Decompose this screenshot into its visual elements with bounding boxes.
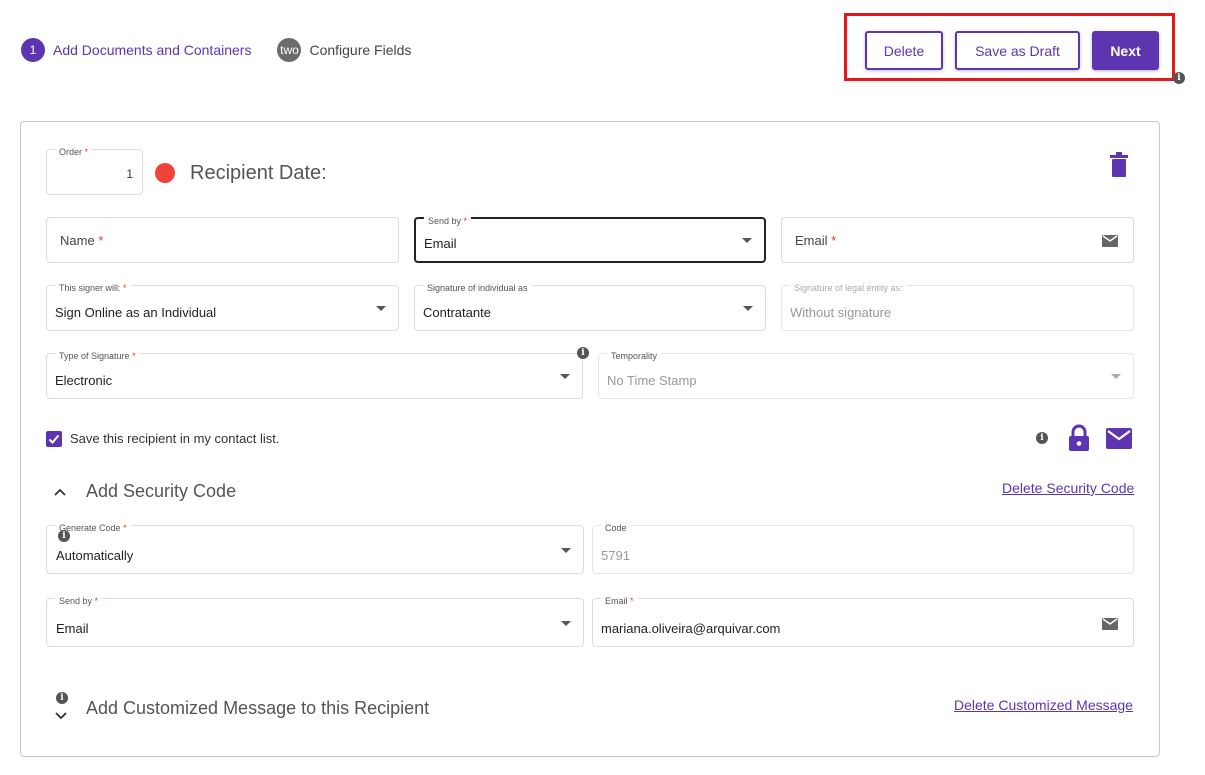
step-add-documents[interactable]: 1 Add Documents and Containers	[21, 38, 251, 62]
chevron-down-icon[interactable]	[561, 620, 571, 626]
temporality-value: No Time Stamp	[607, 373, 697, 388]
signature-individual-select[interactable]: Signature of individual as Contratante	[414, 283, 766, 331]
send-by-label: Send by	[428, 216, 462, 226]
step-number: two	[277, 38, 302, 62]
trash-icon[interactable]	[1108, 152, 1130, 183]
chevron-down-icon[interactable]	[561, 547, 571, 553]
recipient-title: Recipient Date:	[190, 162, 327, 184]
signature-type-value: Electronic	[55, 373, 113, 388]
security-code-title: Add Security Code	[86, 481, 237, 501]
info-icon[interactable]: i	[1173, 72, 1185, 84]
step-configure-fields[interactable]: two Configure Fields	[277, 38, 411, 62]
customized-message-title: Add Customized Message to this Recipient	[86, 698, 430, 718]
signature-type-label: Type of Signature	[59, 351, 130, 361]
code-value: 5791	[601, 548, 630, 563]
signer-will-select[interactable]: This signer will: * Sign Online as an In…	[46, 283, 399, 331]
chevron-down-icon[interactable]	[743, 306, 753, 311]
save-contact-checkbox[interactable]	[46, 431, 62, 447]
signature-individual-value: Contratante	[423, 305, 491, 320]
code-field: Code 5791	[592, 523, 1134, 574]
signer-will-value: Sign Online as an Individual	[55, 305, 217, 320]
generate-code-select[interactable]: Generate Code * i Automatically	[46, 523, 584, 574]
order-label: Order	[59, 147, 83, 157]
envelope-icon[interactable]	[1106, 428, 1132, 454]
signature-legal-entity-field: Signature of legal entity as: Without si…	[781, 283, 1134, 331]
chevron-down-icon[interactable]	[376, 306, 386, 311]
security-send-by-label: Send by	[59, 596, 93, 606]
signature-individual-label: Signature of individual as	[423, 283, 532, 293]
delete-button[interactable]: Delete	[865, 31, 943, 70]
security-send-by-value: Email	[56, 621, 89, 636]
step-label: Add Documents and Containers	[53, 42, 252, 58]
step-number: 1	[21, 38, 45, 62]
temporality-select: Temporality No Time Stamp	[598, 351, 1134, 399]
info-icon[interactable]: i	[577, 347, 589, 359]
save-contact-label: Save this recipient in my contact list.	[70, 431, 280, 446]
signature-legal-entity-label: Signature of legal entity as:	[790, 283, 907, 293]
stepper: 1 Add Documents and Containers two Confi…	[21, 38, 437, 62]
security-send-by-select[interactable]: Send by * Email	[46, 596, 584, 647]
name-field[interactable]: Name *	[46, 217, 399, 263]
name-placeholder: Name	[60, 233, 95, 248]
step-label: Configure Fields	[309, 42, 412, 58]
mail-icon	[1102, 234, 1118, 252]
mail-icon	[1102, 617, 1118, 635]
order-value: 1	[126, 167, 133, 181]
send-by-value: Email	[424, 236, 457, 251]
recipient-card: Order * 1 Recipient Date: Name * Send by…	[20, 121, 1160, 757]
status-dot	[155, 163, 175, 183]
delete-customized-message-link[interactable]: Delete Customized Message	[954, 697, 1133, 713]
chevron-down-icon	[1111, 374, 1121, 379]
email-placeholder: Email	[795, 233, 828, 248]
info-icon[interactable]: i	[58, 530, 70, 542]
security-email-field[interactable]: Email * mariana.oliveira@arquivar.com	[592, 596, 1134, 647]
chevron-down-icon[interactable]	[742, 238, 752, 243]
chevron-up-icon[interactable]	[54, 483, 66, 501]
next-button[interactable]: Next	[1092, 31, 1159, 70]
code-label: Code	[601, 523, 631, 533]
signer-will-label: This signer will:	[59, 283, 121, 293]
email-field[interactable]: Email *	[781, 217, 1134, 263]
check-icon	[48, 434, 60, 444]
send-by-select[interactable]: Send by * Email	[414, 216, 766, 263]
lock-icon[interactable]	[1069, 424, 1089, 456]
order-field[interactable]: Order * 1	[46, 147, 143, 195]
info-icon[interactable]: i	[56, 692, 68, 704]
security-email-label: Email	[605, 596, 628, 606]
info-icon[interactable]: i	[1036, 432, 1048, 444]
save-draft-button[interactable]: Save as Draft	[955, 31, 1080, 70]
signature-legal-entity-value: Without signature	[790, 305, 892, 320]
generate-code-value: Automatically	[56, 548, 134, 563]
chevron-down-icon[interactable]	[55, 707, 67, 725]
delete-security-code-link[interactable]: Delete Security Code	[1002, 480, 1134, 496]
chevron-down-icon[interactable]	[560, 374, 570, 379]
temporality-label: Temporality	[607, 351, 662, 361]
signature-type-select[interactable]: Type of Signature * Electronic	[46, 351, 583, 399]
security-email-value: mariana.oliveira@arquivar.com	[601, 621, 781, 636]
